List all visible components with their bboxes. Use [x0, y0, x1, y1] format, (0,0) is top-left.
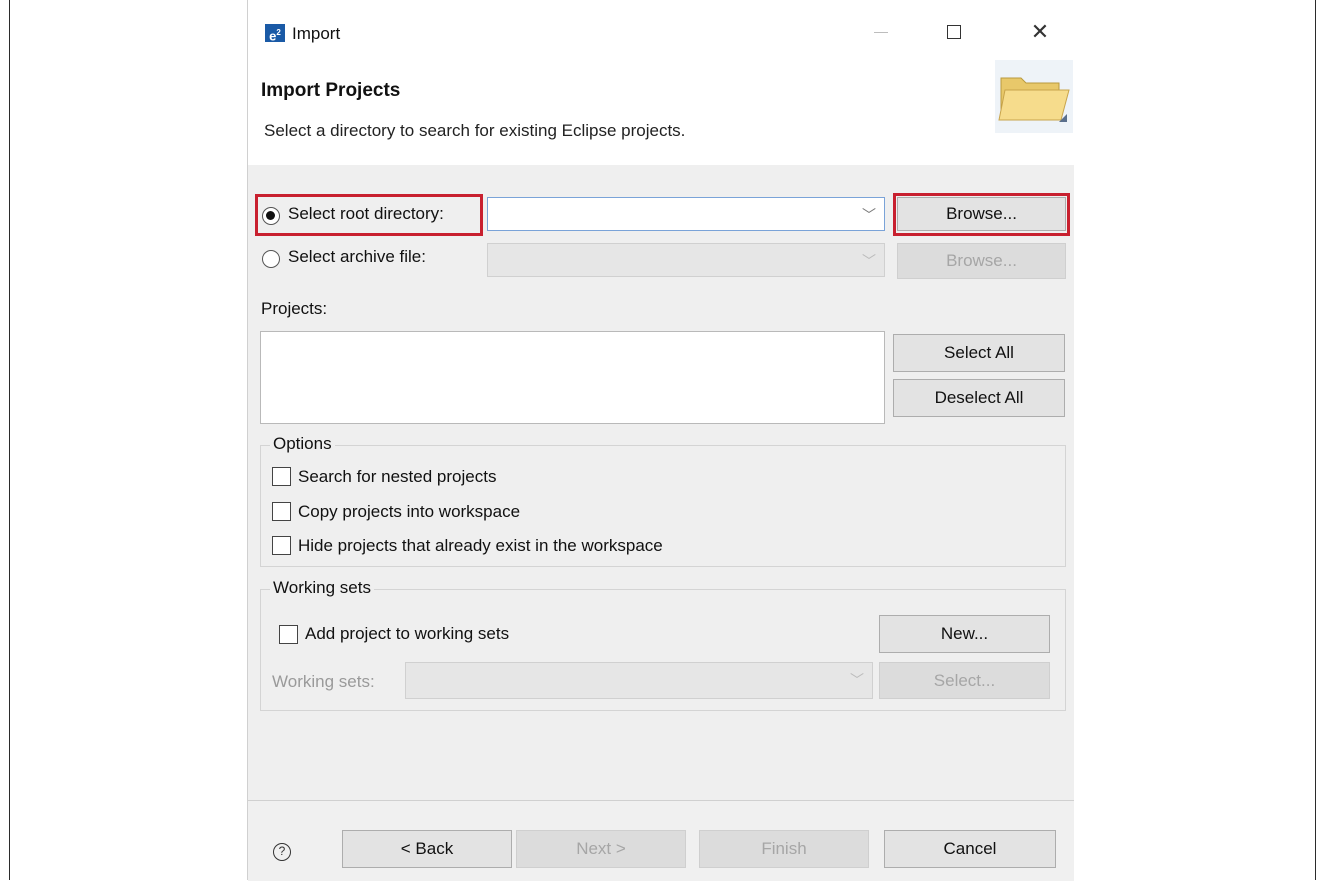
- copy-projects-checkbox[interactable]: [272, 502, 291, 521]
- maximize-icon: [947, 25, 961, 39]
- back-button[interactable]: < Back: [342, 830, 512, 868]
- hide-existing-checkbox[interactable]: [272, 536, 291, 555]
- options-legend: Options: [270, 434, 335, 454]
- browse-archive-button: Browse...: [897, 243, 1066, 279]
- browse-archive-label: Browse...: [946, 251, 1017, 270]
- working-sets-combo: ﹀: [405, 662, 873, 699]
- app-logo-icon: e2: [265, 24, 285, 43]
- minimize-icon: [874, 31, 888, 33]
- maximize-button[interactable]: [936, 16, 972, 48]
- title-bar: e2 Import ✕: [248, 0, 1074, 62]
- cancel-label: Cancel: [943, 839, 997, 858]
- projects-label: Projects:: [261, 299, 328, 318]
- finish-label: Finish: [761, 839, 807, 858]
- nested-projects-label[interactable]: Search for nested projects: [298, 467, 496, 487]
- working-sets-label: Working sets:: [272, 672, 375, 691]
- root-directory-highlight: [255, 194, 483, 236]
- wizard-footer: ? < Back Next > Finish Cancel: [248, 800, 1074, 881]
- working-sets-legend: Working sets: [270, 578, 374, 598]
- chevron-down-icon: ﹀: [862, 207, 876, 223]
- add-to-working-sets-checkbox[interactable]: [279, 625, 298, 644]
- page-description: Select a directory to search for existin…: [264, 121, 686, 140]
- copy-projects-label[interactable]: Copy projects into workspace: [298, 502, 520, 522]
- close-icon: ✕: [1030, 19, 1050, 44]
- hide-existing-label[interactable]: Hide projects that already exist in the …: [298, 536, 663, 556]
- minimize-button[interactable]: [863, 16, 899, 48]
- select-working-sets-button: Select...: [879, 662, 1050, 699]
- chevron-down-icon: ﹀: [862, 253, 876, 269]
- select-working-sets-label: Select...: [933, 670, 996, 690]
- add-to-working-sets-label[interactable]: Add project to working sets: [305, 624, 509, 644]
- new-working-set-label: New...: [940, 624, 989, 643]
- help-glyph: ?: [278, 844, 286, 858]
- back-label: < Back: [400, 839, 454, 858]
- close-button[interactable]: ✕: [1022, 16, 1058, 48]
- next-label: Next >: [576, 839, 626, 858]
- finish-button: Finish: [699, 830, 869, 868]
- archive-file-label[interactable]: Select archive file:: [288, 247, 426, 267]
- browse-highlight: [893, 193, 1070, 236]
- new-working-set-button[interactable]: New...: [879, 615, 1050, 653]
- projects-list[interactable]: [260, 331, 885, 424]
- root-directory-combo[interactable]: ﹀: [487, 197, 885, 231]
- wizard-header: [248, 62, 1074, 166]
- open-folder-icon: [995, 60, 1073, 133]
- chevron-down-icon: ﹀: [850, 672, 864, 688]
- archive-file-combo: ﹀: [487, 243, 885, 277]
- archive-file-radio[interactable]: [262, 250, 280, 268]
- deselect-all-button[interactable]: Deselect All: [893, 379, 1065, 417]
- page-title: Import Projects: [261, 80, 401, 101]
- select-all-label: Select All: [944, 343, 1014, 362]
- window-title: Import: [292, 24, 341, 43]
- next-button: Next >: [516, 830, 686, 868]
- select-all-button[interactable]: Select All: [893, 334, 1065, 372]
- deselect-all-label: Deselect All: [934, 388, 1024, 407]
- cancel-button[interactable]: Cancel: [884, 830, 1056, 868]
- import-dialog: e2 Import ✕ Import Projects Select a dir…: [247, 0, 1074, 881]
- nested-projects-checkbox[interactable]: [272, 467, 291, 486]
- help-icon[interactable]: ?: [273, 843, 291, 861]
